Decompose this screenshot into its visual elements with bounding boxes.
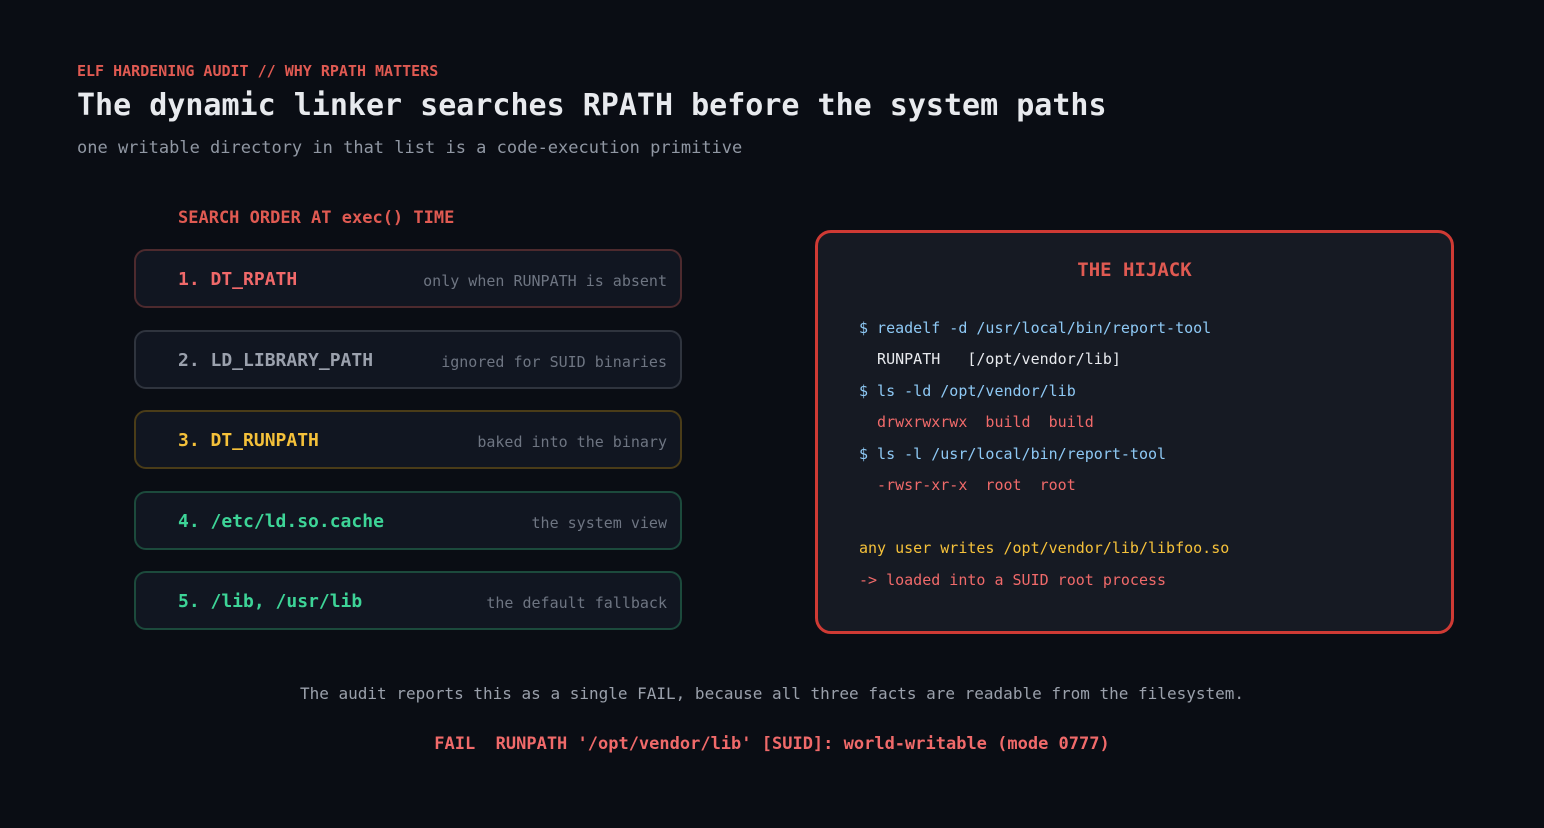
search-step-default-libs: 5. /lib, /usr/lib the default fallback [134, 571, 682, 630]
page-title: The dynamic linker searches RPATH before… [77, 88, 1107, 123]
search-step-ld-so-cache: 4. /etc/ld.so.cache the system view [134, 491, 682, 550]
hijack-title: THE HIJACK [1077, 259, 1192, 281]
step-label: 5. /lib, /usr/lib [178, 591, 363, 612]
terminal-line: -> loaded into a SUID root process [859, 571, 1167, 589]
step-note: the default fallback [486, 594, 667, 612]
terminal-line: any user writes /opt/vendor/lib/libfoo.s… [859, 539, 1230, 557]
audit-fail-line: FAIL RUNPATH '/opt/vendor/lib' [SUID]: w… [434, 734, 1110, 754]
search-order-label: SEARCH ORDER AT exec() TIME [178, 208, 455, 228]
page-subtitle: one writable directory in that list is a… [77, 138, 743, 158]
footer-note: The audit reports this as a single FAIL,… [299, 684, 1244, 703]
step-note: baked into the binary [477, 433, 667, 451]
terminal-line: -rwsr-xr-x root root [859, 476, 1076, 494]
search-step-ld-library-path: 2. LD_LIBRARY_PATH ignored for SUID bina… [134, 330, 682, 389]
terminal-line: drwxrwxrwx build build [859, 413, 1094, 431]
step-label: 3. DT_RUNPATH [178, 430, 319, 451]
search-step-runpath: 3. DT_RUNPATH baked into the binary [134, 410, 682, 469]
terminal-line: $ ls -ld /opt/vendor/lib [859, 382, 1076, 400]
terminal-line: $ ls -l /usr/local/bin/report-tool [859, 445, 1167, 463]
step-label: 1. DT_RPATH [178, 269, 298, 290]
step-note: only when RUNPATH is absent [423, 272, 667, 290]
search-step-rpath: 1. DT_RPATH only when RUNPATH is absent [134, 249, 682, 308]
step-note: the system view [531, 514, 667, 532]
terminal-line: $ readelf -d /usr/local/bin/report-tool [859, 319, 1212, 337]
header-kicker: ELF HARDENING AUDIT // WHY RPATH MATTERS [77, 62, 439, 80]
step-label: 4. /etc/ld.so.cache [178, 511, 384, 532]
step-label: 2. LD_LIBRARY_PATH [178, 350, 374, 371]
hijack-panel: THE HIJACK $ readelf -d /usr/local/bin/r… [815, 230, 1454, 634]
terminal-line: RUNPATH [/opt/vendor/lib] [859, 350, 1121, 368]
step-note: ignored for SUID binaries [441, 353, 667, 371]
